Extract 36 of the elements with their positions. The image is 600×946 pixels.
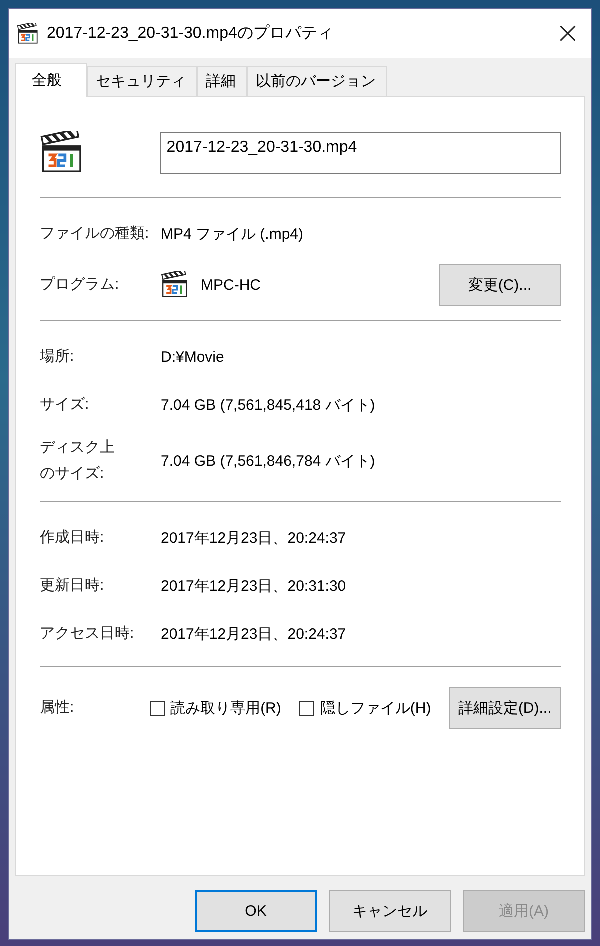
app-icon xyxy=(17,22,39,44)
property-label: 更新日時: xyxy=(40,576,104,596)
property-label: プログラム: xyxy=(40,275,120,295)
checkbox-icon[interactable] xyxy=(299,700,314,716)
app-icon xyxy=(161,271,189,299)
property-value: 2017年12月23日、20:24:37 xyxy=(161,528,346,548)
property-label: ディスク上 xyxy=(40,438,115,458)
attribute-checkbox[interactable]: 読み取り専用(R) xyxy=(150,698,282,718)
property-label: ファイルの種類: xyxy=(40,224,150,244)
property-label: 作成日時: xyxy=(40,528,104,548)
property-label: 場所: xyxy=(40,347,74,367)
property-value: 7.04 GB (7,561,845,418 バイト) xyxy=(161,396,376,414)
property-value: D:¥Movie xyxy=(161,348,224,366)
property-label: アクセス日時: xyxy=(40,624,134,644)
advanced-button[interactable]: 詳細設定(D)... xyxy=(449,687,561,729)
dialog-button[interactable]: OK xyxy=(195,890,317,932)
tab[interactable]: 詳細 xyxy=(197,66,247,96)
change-button[interactable]: 変更(C)... xyxy=(439,264,561,306)
property-value: 7.04 GB (7,561,846,784 バイト) xyxy=(161,452,376,470)
property-value: MP4 ファイル (.mp4) xyxy=(161,224,304,244)
property-value: 2017年12月23日、20:24:37 xyxy=(161,624,346,644)
property-value: 2017年12月23日、20:31:30 xyxy=(161,576,346,596)
attribute-checkbox[interactable]: 隠しファイル(H) xyxy=(299,698,432,718)
attributes-label: 属性: xyxy=(40,698,76,718)
property-label: のサイズ: xyxy=(40,464,104,484)
checkbox-icon[interactable] xyxy=(150,700,165,716)
file-name-field[interactable]: 2017-12-23_20-31-30.mp4 xyxy=(160,132,561,174)
property-value: MPC-HC xyxy=(201,276,261,294)
window-title: 2017-12-23_20-31-30.mp4のプロパティ xyxy=(47,24,334,44)
property-label: サイズ: xyxy=(40,395,90,415)
tab[interactable]: 全般 xyxy=(15,63,87,97)
tab[interactable]: セキュリティ xyxy=(87,66,197,96)
dialog-button[interactable]: キャンセル xyxy=(329,890,451,932)
tab[interactable]: 以前のバージョン xyxy=(247,66,387,96)
file-icon xyxy=(40,131,84,175)
close-button[interactable]: × xyxy=(545,9,591,58)
